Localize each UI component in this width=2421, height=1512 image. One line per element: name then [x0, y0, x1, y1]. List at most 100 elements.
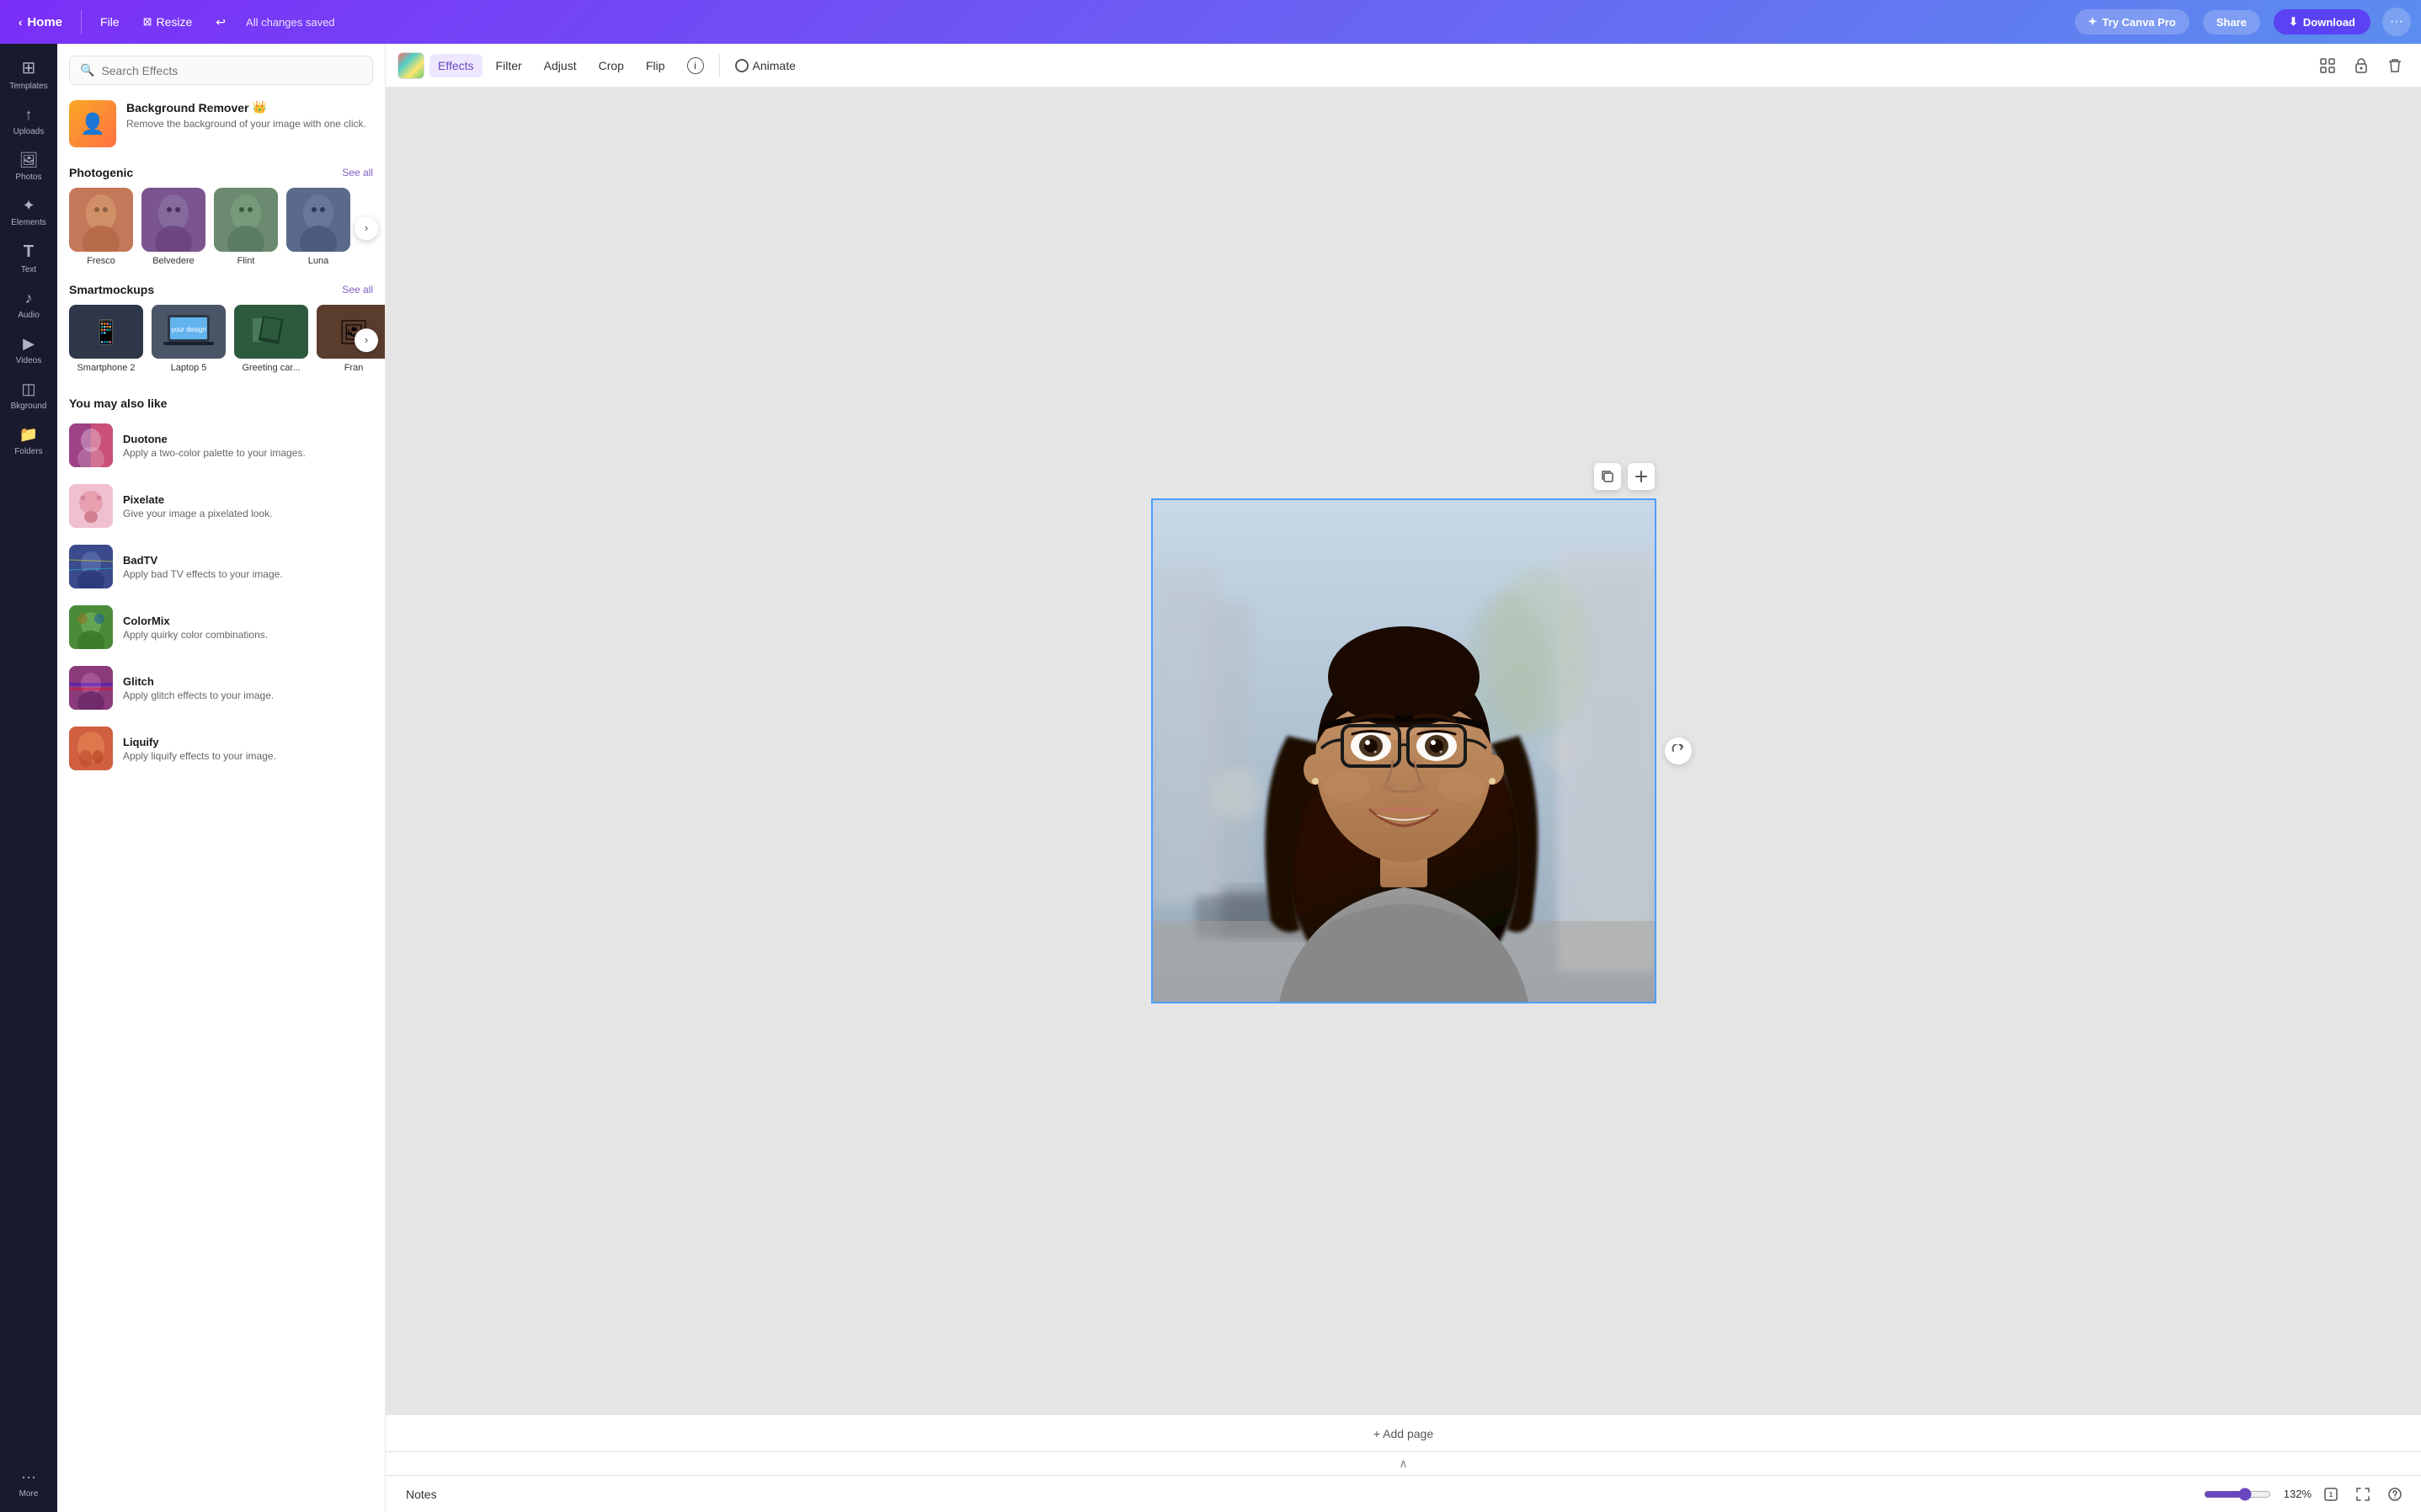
zoom-slider[interactable]	[2204, 1488, 2271, 1501]
liquify-thumbnail	[69, 727, 113, 770]
photogenic-next-button[interactable]: ›	[355, 216, 378, 240]
liquify-desc: Apply liquify effects to your image.	[123, 750, 276, 762]
videos-icon: ▶	[23, 335, 35, 353]
laptop5-label: Laptop 5	[171, 363, 207, 373]
may-like-glitch[interactable]: Glitch Apply glitch effects to your imag…	[57, 658, 385, 718]
animate-toolbar-btn[interactable]: Animate	[727, 54, 804, 77]
laptop-thumbnail: your design	[152, 305, 226, 359]
canvas-wrapper[interactable]	[386, 88, 2421, 1414]
background-remover-item[interactable]: 👤 Background Remover 👑 Remove the backgr…	[57, 93, 385, 159]
add-button[interactable]	[1628, 463, 1655, 490]
zoom-control: 132%	[2204, 1488, 2312, 1501]
home-button[interactable]: ‹ Home	[10, 10, 71, 35]
may-like-badtv[interactable]: BadTV Apply bad TV effects to your image…	[57, 536, 385, 597]
may-like-liquify[interactable]: Liquify Apply liquify effects to your im…	[57, 718, 385, 779]
luna-thumbnail	[286, 188, 350, 252]
filter-toolbar-label: Filter	[496, 59, 522, 72]
flip-toolbar-btn[interactable]: Flip	[637, 54, 674, 77]
may-like-colormix[interactable]: ColorMix Apply quirky color combinations…	[57, 597, 385, 658]
home-chevron: ‹	[19, 16, 22, 29]
sidebar-item-more[interactable]: ··· More	[3, 1461, 54, 1505]
sidebar-item-text[interactable]: T Text	[3, 236, 54, 281]
collapse-bar[interactable]: ∧	[386, 1451, 2421, 1475]
laptop-preview-svg: your design	[163, 313, 214, 350]
canvas[interactable]	[1153, 500, 1655, 1002]
undo-button[interactable]: ↩	[207, 10, 234, 35]
pixelate-text: Pixelate Give your image a pixelated loo…	[123, 493, 272, 519]
photos-icon: 🖼	[19, 152, 39, 169]
topbar-divider-1	[81, 10, 82, 34]
sidebar-item-photos[interactable]: 🖼 Photos	[3, 145, 54, 189]
bg-remover-thumbnail: 👤	[69, 100, 116, 147]
duotone-thumbnail	[69, 423, 113, 467]
share-button[interactable]: Share	[2203, 10, 2260, 35]
mock-smartphone2[interactable]: 📱 Smartphone 2	[69, 305, 143, 373]
grid-icon	[2320, 58, 2335, 73]
notes-tab[interactable]: Notes	[399, 1484, 444, 1504]
more-options-button[interactable]: ···	[2382, 8, 2411, 36]
duotone-preview-svg	[69, 423, 113, 467]
liquify-name: Liquify	[123, 736, 276, 748]
crop-toolbar-label: Crop	[599, 59, 624, 72]
effect-fresco[interactable]: Fresco	[69, 188, 133, 266]
adjust-toolbar-btn[interactable]: Adjust	[536, 54, 585, 77]
effects-toolbar-btn[interactable]: Effects	[429, 54, 483, 77]
sidebar-label-more: More	[19, 1489, 39, 1499]
rotate-button[interactable]	[1665, 737, 1692, 764]
color-swatch[interactable]	[397, 52, 424, 79]
toolbar: Effects Filter Adjust Crop Flip i Animat…	[386, 44, 2421, 88]
sidebar-item-audio[interactable]: ♪ Audio	[3, 283, 54, 327]
smartphone-icon: 📱	[92, 318, 121, 346]
sidebar-item-templates[interactable]: ⊞ Templates	[3, 51, 54, 98]
sidebar-label-background: Bkground	[11, 402, 47, 411]
download-icon: ⬇	[2289, 15, 2298, 29]
delete-toolbar-btn[interactable]	[2381, 51, 2409, 80]
smartmockups-next-button[interactable]: ›	[355, 328, 378, 352]
glitch-name: Glitch	[123, 675, 274, 688]
photogenic-see-all[interactable]: See all	[342, 167, 373, 178]
sidebar-item-uploads[interactable]: ↑ Uploads	[3, 99, 54, 143]
background-icon: ◫	[21, 381, 35, 398]
file-button[interactable]: File	[92, 10, 128, 34]
sidebar-label-uploads: Uploads	[13, 127, 45, 136]
effect-luna[interactable]: Luna	[286, 188, 350, 266]
help-button[interactable]	[2382, 1482, 2408, 1507]
fullscreen-button[interactable]	[2350, 1482, 2376, 1507]
mock-laptop5[interactable]: your design Laptop 5	[152, 305, 226, 373]
info-toolbar-btn[interactable]: i	[679, 52, 712, 79]
sidebar: ⊞ Templates ↑ Uploads 🖼 Photos ✦ Element…	[0, 44, 57, 1512]
effect-belvedere[interactable]: Belvedere	[141, 188, 205, 266]
sidebar-label-elements: Elements	[11, 218, 46, 227]
search-wrapper: 🔍	[69, 56, 373, 85]
plus-icon	[1634, 470, 1648, 483]
resize-button[interactable]: ⊠ Resize	[135, 10, 201, 34]
glitch-thumbnail	[69, 666, 113, 710]
may-like-duotone[interactable]: Duotone Apply a two-color palette to you…	[57, 415, 385, 476]
grid-toolbar-btn[interactable]	[2313, 51, 2342, 80]
duplicate-button[interactable]	[1594, 463, 1621, 490]
filter-toolbar-btn[interactable]: Filter	[488, 54, 531, 77]
page-view-button[interactable]: 1	[2318, 1482, 2344, 1507]
lock-toolbar-btn[interactable]	[2347, 51, 2376, 80]
sidebar-item-folders[interactable]: 📁 Folders	[3, 419, 54, 463]
luna-preview-svg	[286, 188, 350, 252]
may-like-pixelate[interactable]: Pixelate Give your image a pixelated loo…	[57, 476, 385, 536]
duotone-name: Duotone	[123, 433, 306, 445]
smartmockups-see-all[interactable]: See all	[342, 284, 373, 295]
canvas-image	[1153, 500, 1655, 1002]
try-pro-button[interactable]: ✦ Try Canva Pro	[2075, 9, 2189, 35]
download-button[interactable]: ⬇ Download	[2274, 9, 2370, 35]
search-input[interactable]	[101, 64, 362, 77]
canva-star-icon: ✦	[2088, 15, 2098, 29]
sidebar-item-background[interactable]: ◫ Bkground	[3, 374, 54, 418]
mock-greeting-card[interactable]: Greeting car...	[234, 305, 308, 373]
effect-flint[interactable]: Flint	[214, 188, 278, 266]
add-page-bar[interactable]: + Add page	[386, 1414, 2421, 1451]
info-icon: i	[687, 57, 704, 74]
crop-toolbar-btn[interactable]: Crop	[590, 54, 632, 77]
colormix-thumbnail	[69, 605, 113, 649]
file-label: File	[100, 15, 120, 29]
fran-label: Fran	[344, 363, 364, 373]
sidebar-item-videos[interactable]: ▶ Videos	[3, 328, 54, 372]
sidebar-item-elements[interactable]: ✦ Elements	[3, 190, 54, 234]
